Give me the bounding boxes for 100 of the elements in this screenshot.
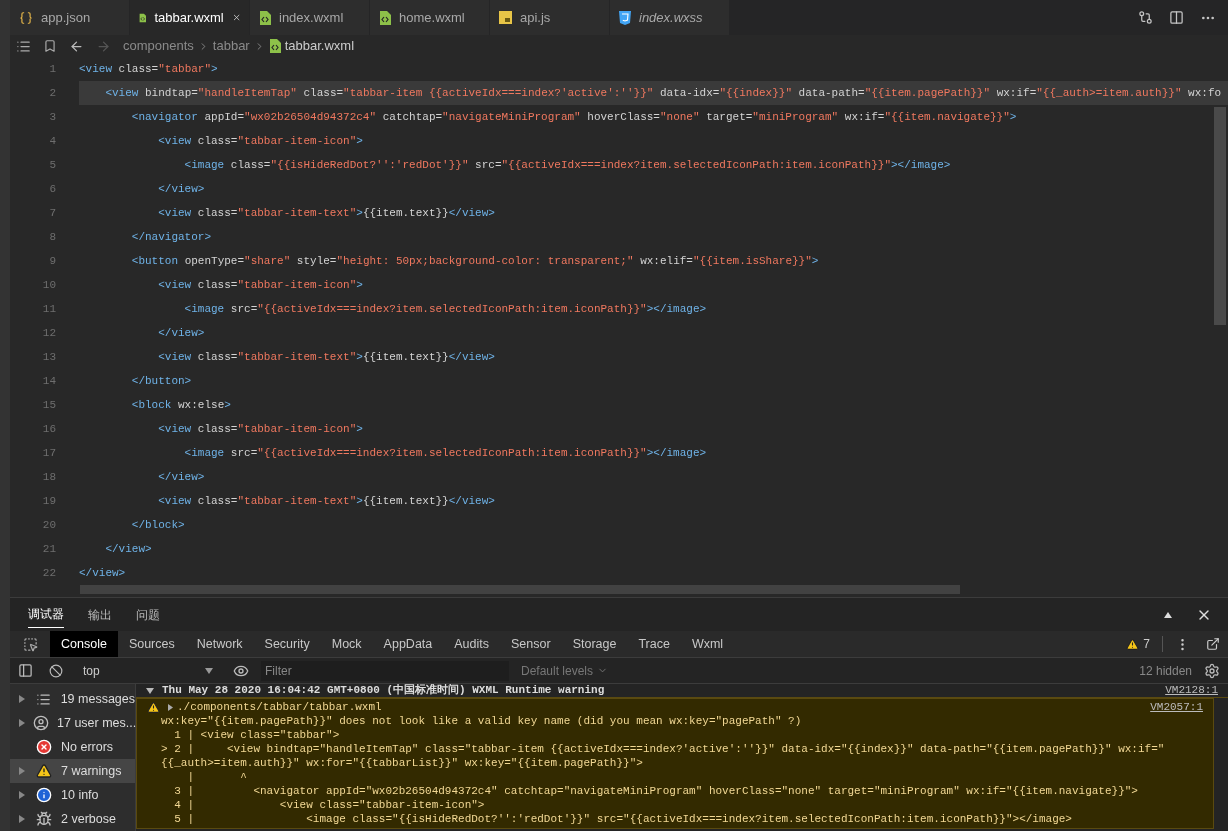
editor-tab[interactable]: index.wxml bbox=[250, 0, 370, 35]
expand-icon[interactable] bbox=[168, 703, 173, 711]
line-number: 20 bbox=[41, 517, 56, 533]
code-line: <navigator appId="wx02b26504d94372c4" catchtap="navigateMiniProgram" hoverClass="none" target="miniProgram" wx:if="{{item.navigate}}"> bbox=[130, 109, 1018, 125]
info-icon bbox=[36, 787, 52, 803]
error-icon bbox=[36, 739, 52, 755]
code-line: <view class="tabbar-item-text">{{item.text}}</view> bbox=[157, 493, 496, 509]
line-number: 1 bbox=[48, 61, 56, 77]
line-number: 8 bbox=[48, 229, 56, 245]
context-select[interactable]: top bbox=[83, 661, 213, 680]
scrollbar[interactable] bbox=[1214, 107, 1226, 325]
split-editor-icon[interactable] bbox=[1169, 10, 1184, 25]
code-line: <view class="tabbar-item-icon"> bbox=[157, 133, 364, 149]
message-line: 1 | <view class="tabbar"> bbox=[173, 728, 341, 742]
panel-tab[interactable]: 调试器 bbox=[28, 601, 64, 628]
code-line: </view> bbox=[157, 469, 206, 485]
line-number: 14 bbox=[41, 373, 56, 389]
warning-icon bbox=[36, 763, 52, 779]
breadcrumb-item[interactable]: tabbar bbox=[212, 36, 250, 56]
source-link[interactable]: VM2057:1 bbox=[1150, 698, 1203, 716]
line-number: 17 bbox=[41, 445, 56, 461]
levels-dropdown[interactable]: Default levels bbox=[521, 661, 609, 680]
sidebar-item[interactable]: 10 info bbox=[10, 783, 135, 807]
message-line: 3 | <navigator appId="wx02b26504d94372c4" catchtap="navigateMiniProgram" hoverClass="none" target="miniProgram" wx:if="{{item.navigate}}"> bbox=[173, 784, 1139, 798]
hidden-count: 12 hidden bbox=[1139, 662, 1192, 680]
source-link[interactable]: VM2128:1 bbox=[1165, 684, 1218, 699]
scrollbar[interactable] bbox=[80, 585, 960, 594]
script-file-icon bbox=[499, 11, 512, 24]
message-line: > 2 | <view bindtap="handleItemTap" class="tabbar-item {{activeIdx===index?'active':''}}" data-idx="{{index}}" data-path="{{item.pagePath}}" wx:if=" bbox=[160, 742, 1166, 756]
sidebar-item[interactable]: No errors bbox=[10, 735, 135, 759]
expand-icon[interactable] bbox=[19, 695, 25, 703]
file-path: ./components/tabbar/tabbar.wxml bbox=[177, 699, 382, 715]
line-number: 12 bbox=[41, 325, 56, 341]
editor-tab[interactable]: app.json bbox=[10, 0, 130, 35]
line-number: 19 bbox=[41, 493, 56, 509]
group-title: Thu May 28 2020 16:04:42 GMT+0800 (中国标准时间) WXML Runtime warning bbox=[162, 684, 605, 699]
message-line: 4 | <view class="tabbar-item-icon"> bbox=[173, 798, 486, 812]
compare-icon[interactable] bbox=[1138, 10, 1153, 25]
devtools-tab[interactable]: Sources bbox=[117, 631, 186, 657]
back-icon[interactable] bbox=[69, 38, 84, 54]
sidebar-item[interactable]: 7 warnings bbox=[10, 759, 135, 783]
devtools-tab[interactable]: Audits bbox=[443, 631, 500, 657]
devtools-tab[interactable]: Sensor bbox=[500, 631, 562, 657]
expand-icon[interactable] bbox=[19, 815, 25, 823]
editor-tab[interactable]: index.wxss bbox=[610, 0, 730, 35]
devtools-tab[interactable]: Storage bbox=[561, 631, 628, 657]
code-line: <image class="{{isHideRedDot?'':'redDot'}}" src="{{activeIdx===index?item.selectedIconPath:item.iconPath}}"></image> bbox=[183, 157, 952, 173]
devtools-tab[interactable]: Wxml bbox=[680, 631, 735, 657]
code-line: <view class="tabbar-item-icon"> bbox=[157, 277, 364, 293]
outline-icon[interactable] bbox=[16, 38, 31, 54]
editor-tab[interactable]: home.wxml bbox=[370, 0, 490, 35]
code-line: <view class="tabbar"> bbox=[79, 61, 219, 77]
maximize-icon[interactable] bbox=[1164, 611, 1172, 618]
collapse-icon[interactable] bbox=[146, 687, 154, 694]
sidebar-toggle-icon[interactable] bbox=[18, 663, 33, 678]
file-code-icon bbox=[268, 39, 281, 53]
code-line: <view class="tabbar-item-text">{{item.text}}</view> bbox=[157, 205, 496, 221]
expand-icon[interactable] bbox=[19, 719, 25, 727]
message-line: | ^ bbox=[186, 770, 248, 784]
line-number: 10 bbox=[41, 277, 56, 293]
sidebar-item[interactable]: 17 user mes... bbox=[10, 711, 135, 735]
clear-icon[interactable] bbox=[49, 663, 63, 678]
code-line: <view class="tabbar-item-text">{{item.text}}</view> bbox=[157, 349, 496, 365]
file-code-icon bbox=[379, 10, 391, 25]
line-number: 6 bbox=[48, 181, 56, 197]
devtools-tab[interactable]: AppData bbox=[372, 631, 444, 657]
breadcrumb-item[interactable]: components bbox=[123, 36, 194, 56]
breadcrumb-item[interactable]: tabbar.wxml bbox=[284, 36, 355, 56]
bookmark-icon[interactable] bbox=[43, 39, 57, 53]
panel-tab[interactable]: 问题 bbox=[136, 601, 160, 628]
line-number: 13 bbox=[41, 349, 56, 365]
code-line: </view> bbox=[157, 325, 206, 341]
braces-icon bbox=[19, 10, 33, 25]
code-line: <view class="tabbar-item-icon"> bbox=[157, 421, 364, 437]
line-number: 3 bbox=[48, 109, 56, 125]
devtools-tab[interactable]: Security bbox=[253, 631, 321, 657]
settings-icon[interactable] bbox=[1204, 662, 1220, 679]
message-line: 5 | <image class="{{isHideRedDot?'':'redDot'}}" src="{{activeIdx===index?item.selectedIconPath:item.iconPath}}"></image> bbox=[173, 812, 1073, 826]
devtools-tab[interactable]: Network bbox=[185, 631, 254, 657]
sidebar-item[interactable]: 2 verbose bbox=[10, 807, 135, 831]
editor-tab[interactable]: api.js bbox=[490, 0, 610, 35]
line-number: 2 bbox=[48, 85, 56, 101]
devtools-tab[interactable]: Trace bbox=[627, 631, 681, 657]
code-line: </navigator> bbox=[130, 229, 213, 245]
expand-icon[interactable] bbox=[19, 767, 25, 775]
bug-icon bbox=[36, 811, 52, 827]
code-line: <block wx:else> bbox=[130, 397, 232, 413]
message-line: {{_auth>=item.auth}}" wx:for="{{tabbarList}}" wx:key="{{item.pagePath}}"> bbox=[160, 756, 644, 770]
dock-icon[interactable] bbox=[1206, 637, 1220, 651]
filter-field[interactable]: Filter bbox=[261, 660, 509, 681]
warning-count[interactable]: 7 bbox=[1143, 635, 1150, 653]
devtools-tab[interactable]: Console bbox=[50, 631, 118, 657]
expand-icon[interactable] bbox=[19, 791, 25, 799]
inspect-icon[interactable] bbox=[22, 636, 38, 652]
code-line: </view> bbox=[157, 181, 206, 197]
line-number: 16 bbox=[41, 421, 56, 437]
panel-tab[interactable]: 输出 bbox=[88, 601, 112, 628]
warning-icon bbox=[147, 700, 160, 714]
devtools-tab[interactable]: Mock bbox=[320, 631, 373, 657]
sidebar-item[interactable]: 19 messages bbox=[10, 687, 135, 711]
